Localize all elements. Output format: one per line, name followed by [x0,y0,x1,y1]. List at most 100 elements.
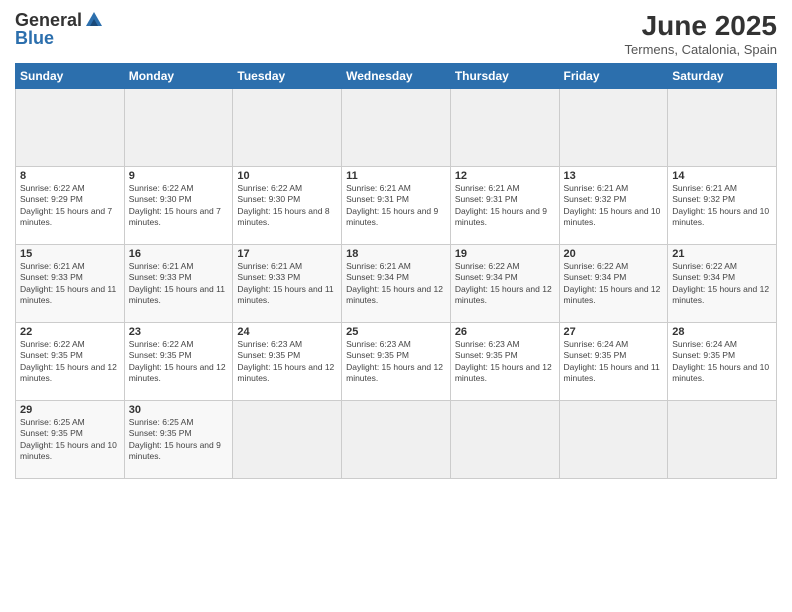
location-title: Termens, Catalonia, Spain [625,42,777,57]
day-info: Sunrise: 6:22 AMSunset: 9:35 PMDaylight:… [129,339,229,385]
calendar-day-cell: 23Sunrise: 6:22 AMSunset: 9:35 PMDayligh… [124,323,233,401]
calendar-day-cell [233,401,342,479]
calendar-day-cell: 25Sunrise: 6:23 AMSunset: 9:35 PMDayligh… [342,323,451,401]
page: General Blue June 2025 Termens, Cataloni… [0,0,792,612]
calendar-day-cell [342,401,451,479]
calendar-day-cell: 18Sunrise: 6:21 AMSunset: 9:34 PMDayligh… [342,245,451,323]
day-info: Sunrise: 6:21 AMSunset: 9:33 PMDaylight:… [129,261,229,307]
day-info: Sunrise: 6:24 AMSunset: 9:35 PMDaylight:… [564,339,664,385]
calendar-day-cell: 24Sunrise: 6:23 AMSunset: 9:35 PMDayligh… [233,323,342,401]
day-info: Sunrise: 6:21 AMSunset: 9:33 PMDaylight:… [20,261,120,307]
day-info: Sunrise: 6:23 AMSunset: 9:35 PMDaylight:… [237,339,337,385]
day-info: Sunrise: 6:22 AMSunset: 9:35 PMDaylight:… [20,339,120,385]
calendar-day-cell [450,401,559,479]
day-number: 23 [129,326,229,338]
day-of-week-header: Wednesday [342,64,451,89]
calendar-day-cell [16,89,125,167]
day-info: Sunrise: 6:22 AMSunset: 9:34 PMDaylight:… [564,261,664,307]
calendar-day-cell: 9Sunrise: 6:22 AMSunset: 9:30 PMDaylight… [124,167,233,245]
day-info: Sunrise: 6:21 AMSunset: 9:33 PMDaylight:… [237,261,337,307]
day-number: 10 [237,170,337,182]
day-of-week-header: Saturday [668,64,777,89]
logo-blue: Blue [15,29,54,49]
day-of-week-header: Tuesday [233,64,342,89]
day-info: Sunrise: 6:23 AMSunset: 9:35 PMDaylight:… [455,339,555,385]
calendar-day-cell [342,89,451,167]
day-number: 19 [455,248,555,260]
calendar-day-cell: 15Sunrise: 6:21 AMSunset: 9:33 PMDayligh… [16,245,125,323]
calendar-day-cell: 29Sunrise: 6:25 AMSunset: 9:35 PMDayligh… [16,401,125,479]
calendar-day-cell: 20Sunrise: 6:22 AMSunset: 9:34 PMDayligh… [559,245,668,323]
day-number: 24 [237,326,337,338]
day-info: Sunrise: 6:21 AMSunset: 9:31 PMDaylight:… [346,183,446,229]
day-of-week-header: Sunday [16,64,125,89]
day-number: 28 [672,326,772,338]
day-number: 29 [20,404,120,416]
calendar-day-cell: 12Sunrise: 6:21 AMSunset: 9:31 PMDayligh… [450,167,559,245]
day-info: Sunrise: 6:21 AMSunset: 9:32 PMDaylight:… [672,183,772,229]
day-info: Sunrise: 6:21 AMSunset: 9:31 PMDaylight:… [455,183,555,229]
calendar-week-row [16,89,777,167]
day-number: 16 [129,248,229,260]
day-number: 15 [20,248,120,260]
calendar-day-cell: 28Sunrise: 6:24 AMSunset: 9:35 PMDayligh… [668,323,777,401]
calendar-week-row: 8Sunrise: 6:22 AMSunset: 9:29 PMDaylight… [16,167,777,245]
day-number: 18 [346,248,446,260]
day-number: 11 [346,170,446,182]
calendar-week-row: 22Sunrise: 6:22 AMSunset: 9:35 PMDayligh… [16,323,777,401]
calendar-day-cell: 10Sunrise: 6:22 AMSunset: 9:30 PMDayligh… [233,167,342,245]
calendar-day-cell: 22Sunrise: 6:22 AMSunset: 9:35 PMDayligh… [16,323,125,401]
calendar-day-cell: 13Sunrise: 6:21 AMSunset: 9:32 PMDayligh… [559,167,668,245]
day-info: Sunrise: 6:23 AMSunset: 9:35 PMDaylight:… [346,339,446,385]
calendar-day-cell: 21Sunrise: 6:22 AMSunset: 9:34 PMDayligh… [668,245,777,323]
calendar-table: SundayMondayTuesdayWednesdayThursdayFrid… [15,63,777,479]
calendar-day-cell [233,89,342,167]
title-block: June 2025 Termens, Catalonia, Spain [625,10,777,57]
calendar-day-cell: 14Sunrise: 6:21 AMSunset: 9:32 PMDayligh… [668,167,777,245]
day-info: Sunrise: 6:25 AMSunset: 9:35 PMDaylight:… [129,417,229,463]
calendar-day-cell: 19Sunrise: 6:22 AMSunset: 9:34 PMDayligh… [450,245,559,323]
day-info: Sunrise: 6:22 AMSunset: 9:34 PMDaylight:… [455,261,555,307]
day-number: 26 [455,326,555,338]
day-number: 14 [672,170,772,182]
day-info: Sunrise: 6:21 AMSunset: 9:34 PMDaylight:… [346,261,446,307]
day-info: Sunrise: 6:22 AMSunset: 9:30 PMDaylight:… [237,183,337,229]
calendar-day-cell: 17Sunrise: 6:21 AMSunset: 9:33 PMDayligh… [233,245,342,323]
day-number: 27 [564,326,664,338]
day-number: 20 [564,248,664,260]
day-number: 25 [346,326,446,338]
logo-block: General Blue [15,10,104,49]
day-of-week-header: Thursday [450,64,559,89]
day-info: Sunrise: 6:25 AMSunset: 9:35 PMDaylight:… [20,417,120,463]
calendar-day-cell [668,89,777,167]
calendar-day-cell: 11Sunrise: 6:21 AMSunset: 9:31 PMDayligh… [342,167,451,245]
day-info: Sunrise: 6:24 AMSunset: 9:35 PMDaylight:… [672,339,772,385]
calendar-day-cell: 30Sunrise: 6:25 AMSunset: 9:35 PMDayligh… [124,401,233,479]
month-title: June 2025 [625,10,777,42]
day-of-week-header: Monday [124,64,233,89]
day-number: 8 [20,170,120,182]
day-info: Sunrise: 6:22 AMSunset: 9:30 PMDaylight:… [129,183,229,229]
calendar-day-cell [668,401,777,479]
day-number: 21 [672,248,772,260]
day-number: 12 [455,170,555,182]
calendar-day-cell: 16Sunrise: 6:21 AMSunset: 9:33 PMDayligh… [124,245,233,323]
day-info: Sunrise: 6:22 AMSunset: 9:34 PMDaylight:… [672,261,772,307]
day-number: 17 [237,248,337,260]
calendar-week-row: 29Sunrise: 6:25 AMSunset: 9:35 PMDayligh… [16,401,777,479]
day-number: 13 [564,170,664,182]
calendar-day-cell: 26Sunrise: 6:23 AMSunset: 9:35 PMDayligh… [450,323,559,401]
day-info: Sunrise: 6:21 AMSunset: 9:32 PMDaylight:… [564,183,664,229]
day-number: 9 [129,170,229,182]
day-info: Sunrise: 6:22 AMSunset: 9:29 PMDaylight:… [20,183,120,229]
logo-icon [84,10,104,30]
logo: General Blue [15,10,104,49]
header-row: SundayMondayTuesdayWednesdayThursdayFrid… [16,64,777,89]
calendar-day-cell [559,89,668,167]
day-of-week-header: Friday [559,64,668,89]
header: General Blue June 2025 Termens, Cataloni… [15,10,777,57]
calendar-day-cell [559,401,668,479]
calendar-day-cell: 27Sunrise: 6:24 AMSunset: 9:35 PMDayligh… [559,323,668,401]
day-number: 30 [129,404,229,416]
calendar-day-cell: 8Sunrise: 6:22 AMSunset: 9:29 PMDaylight… [16,167,125,245]
